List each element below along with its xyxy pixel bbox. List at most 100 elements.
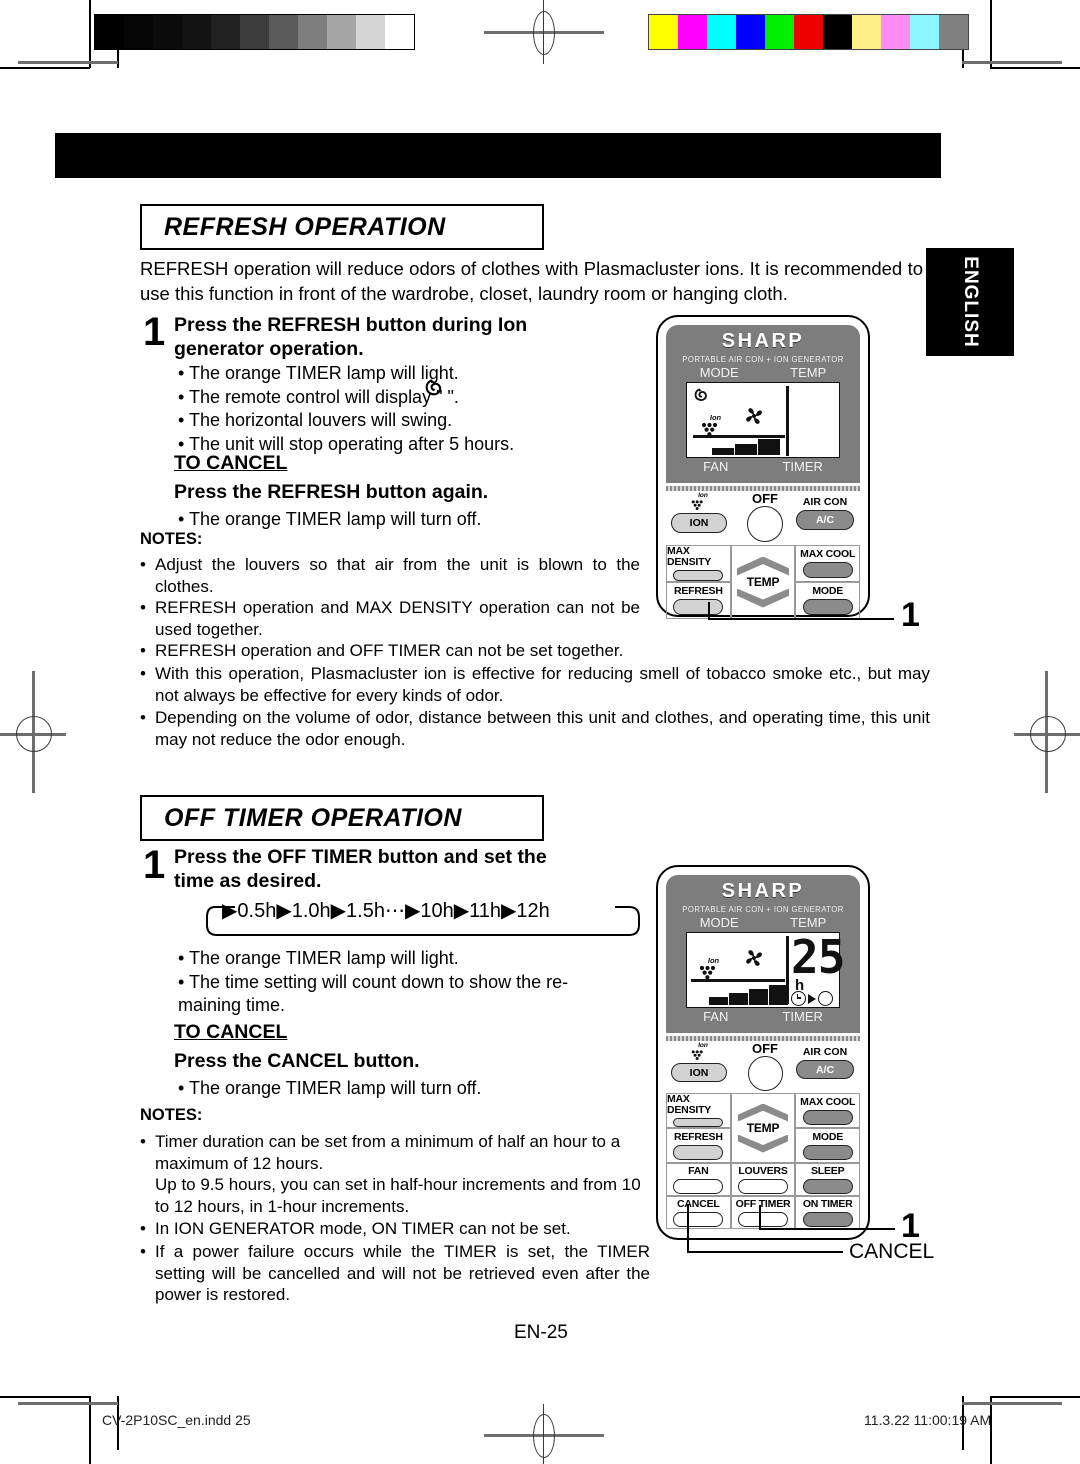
remote-top-brand: SHARP [721, 330, 805, 352]
lcd-arrow-icon [808, 993, 816, 1004]
seq-val-0: 0.5h [237, 900, 277, 922]
seq-ellipsis: ⋯ [384, 900, 405, 922]
cancel-pill[interactable] [673, 1211, 724, 1227]
seq-arrow-5: ▶ [501, 900, 517, 922]
crop-mark-br-v [990, 1396, 992, 1464]
refresh-step-title-line1: Press the REFRESH button during Ion [174, 314, 528, 336]
temp-buttons-top[interactable]: TEMP [730, 545, 796, 619]
refresh-label: REFRESH [673, 585, 723, 597]
remote-top-label-timer: TIMER [782, 459, 823, 474]
fan-pill[interactable] [673, 1178, 724, 1194]
max-density-button-top[interactable]: MAX DENSITY [666, 545, 731, 582]
offtimer-step-title-line2: time as desired. [174, 870, 322, 892]
offtimer-step-title-line1: Press the OFF TIMER button and set the [174, 846, 547, 868]
manual-page: ENGLISH REFRESH OPERATION REFRESH operat… [0, 0, 1080, 1464]
mode-button-bottom[interactable]: MODE [795, 1128, 860, 1163]
max-cool-button-bottom[interactable]: MAX COOL [795, 1093, 860, 1128]
aircon-button-top[interactable]: AIR CON A/C [794, 496, 856, 530]
ion-button-bottom[interactable]: Ion ION [670, 1042, 728, 1082]
reg-line-br [962, 1402, 1062, 1405]
aircon-button-pill[interactable]: A/C [796, 1060, 854, 1079]
temp-up-arrow[interactable] [738, 1103, 788, 1122]
refresh-note-4: • Depending on the volume of odor, dista… [140, 707, 930, 750]
refresh-to-cancel-bullet: • The orange TIMER lamp will turn off. [178, 509, 482, 529]
off-button-label: OFF [752, 1041, 778, 1056]
seq-arrow-3: ▶ [404, 900, 421, 922]
crop-mark-tr-h [990, 67, 1080, 69]
remote-top-button-area: Ion ION OFF AIR CON A/C MAX DENSITY REFR… [666, 491, 860, 619]
max-cool-button-top[interactable]: MAX COOL [795, 545, 860, 582]
color-swatch-9 [910, 15, 939, 49]
ion-button-top[interactable]: Ion ION [670, 492, 728, 533]
off-button-top[interactable]: OFF [738, 491, 792, 542]
off-timer-button[interactable]: OFF TIMER [730, 1196, 796, 1229]
lcd-baseline [693, 435, 785, 438]
ion-button-pill[interactable]: ION [671, 1063, 727, 1082]
offtimer-note-2-text: In ION GENERATOR mode, ON TIMER can not … [155, 1219, 571, 1238]
seq-val-3: 10h [420, 900, 454, 922]
on-timer-pill[interactable] [802, 1211, 853, 1227]
off-button-circle[interactable] [747, 1056, 783, 1091]
cancel-button[interactable]: CANCEL [666, 1196, 731, 1229]
offtimer-step-number: 1 [143, 843, 166, 887]
ion-grapes-icon: Ion [687, 1042, 711, 1062]
aircon-button-pill[interactable]: A/C [796, 510, 854, 530]
temp-buttons-bottom[interactable]: TEMP [730, 1093, 796, 1163]
on-timer-button[interactable]: ON TIMER [795, 1196, 861, 1229]
color-swatch-0 [649, 15, 678, 49]
refresh-pill[interactable] [673, 1144, 724, 1160]
aircon-button-bottom[interactable]: AIR CON A/C [794, 1046, 856, 1079]
refresh-note-1-text: REFRESH operation and MAX DENSITY operat… [155, 598, 640, 639]
seq-arrow-1: ▶ [276, 900, 292, 922]
mode-pill[interactable] [802, 599, 853, 615]
max-density-pill[interactable] [673, 1118, 724, 1127]
max-cool-pill[interactable] [802, 1109, 853, 1125]
temp-down-arrow[interactable] [737, 588, 789, 608]
refresh-button-bottom[interactable]: REFRESH [666, 1128, 731, 1163]
offtimer-note-0-text: Timer duration can be set from a minimum… [155, 1132, 621, 1173]
remote-bottom-lcd: Ion 25 h [686, 932, 845, 1008]
refresh-pill[interactable] [673, 599, 724, 615]
grayscale-swatch-3 [182, 15, 211, 49]
temp-down-arrow[interactable] [738, 1134, 788, 1153]
refresh-bullet-1: • The remote control will display " ". [178, 386, 459, 407]
remote-bottom-subtitle: PORTABLE AIR CON + ION GENERATOR [682, 905, 844, 914]
section-heading-refresh-label: REFRESH OPERATION [164, 212, 446, 241]
mode-button-top[interactable]: MODE [795, 582, 860, 619]
remote-bottom-label-fan: FAN [703, 1009, 729, 1024]
max-density-pill[interactable] [673, 570, 724, 581]
bullet-dot: • [140, 641, 146, 660]
lcd-fan-icon [746, 408, 762, 424]
bullet-dot: • [140, 555, 146, 574]
off-button-label: OFF [752, 491, 778, 506]
refresh-bullet-2: • The horizontal louvers will swing. [178, 410, 453, 430]
max-density-label: MAX DENSITY [667, 545, 712, 568]
temp-up-arrow[interactable] [737, 556, 789, 576]
crop-mark-tl-h [0, 67, 90, 69]
remote-control-bottom: SHARP PORTABLE AIR CON + ION GENERATOR M… [656, 865, 870, 1240]
fan-button[interactable]: FAN [666, 1163, 731, 1196]
refresh-button-top[interactable]: REFRESH [666, 582, 731, 619]
ion-button-label: ION [689, 517, 709, 529]
color-swatch-4 [765, 15, 794, 49]
off-button-bottom[interactable]: OFF [738, 1041, 792, 1091]
bullet-dot: • [140, 1219, 146, 1238]
off-timer-pill[interactable] [738, 1211, 788, 1227]
bullet-dot: • [140, 664, 146, 683]
louvers-pill[interactable] [738, 1178, 788, 1194]
ion-button-pill[interactable]: ION [671, 513, 727, 533]
max-density-button-bottom[interactable]: MAX DENSITY [666, 1093, 731, 1128]
louvers-button[interactable]: LOUVERS [730, 1163, 796, 1196]
refresh-note-4-text: Depending on the volume of odor, distanc… [155, 708, 930, 749]
sleep-button[interactable]: SLEEP [795, 1163, 861, 1196]
off-button-circle[interactable] [747, 506, 783, 542]
sleep-pill[interactable] [802, 1178, 853, 1194]
bullet-dot: • [140, 1132, 146, 1151]
mode-pill[interactable] [802, 1144, 853, 1160]
remote-top-label-temp: TEMP [790, 365, 827, 380]
offtimer-to-cancel-action: Press the CANCEL button. [174, 1050, 420, 1072]
reg-line-tl [18, 61, 118, 64]
max-cool-pill[interactable] [802, 562, 853, 578]
temp-label: TEMP [746, 1120, 780, 1135]
refresh-note-2: • REFRESH operation and OFF TIMER can no… [140, 640, 660, 662]
